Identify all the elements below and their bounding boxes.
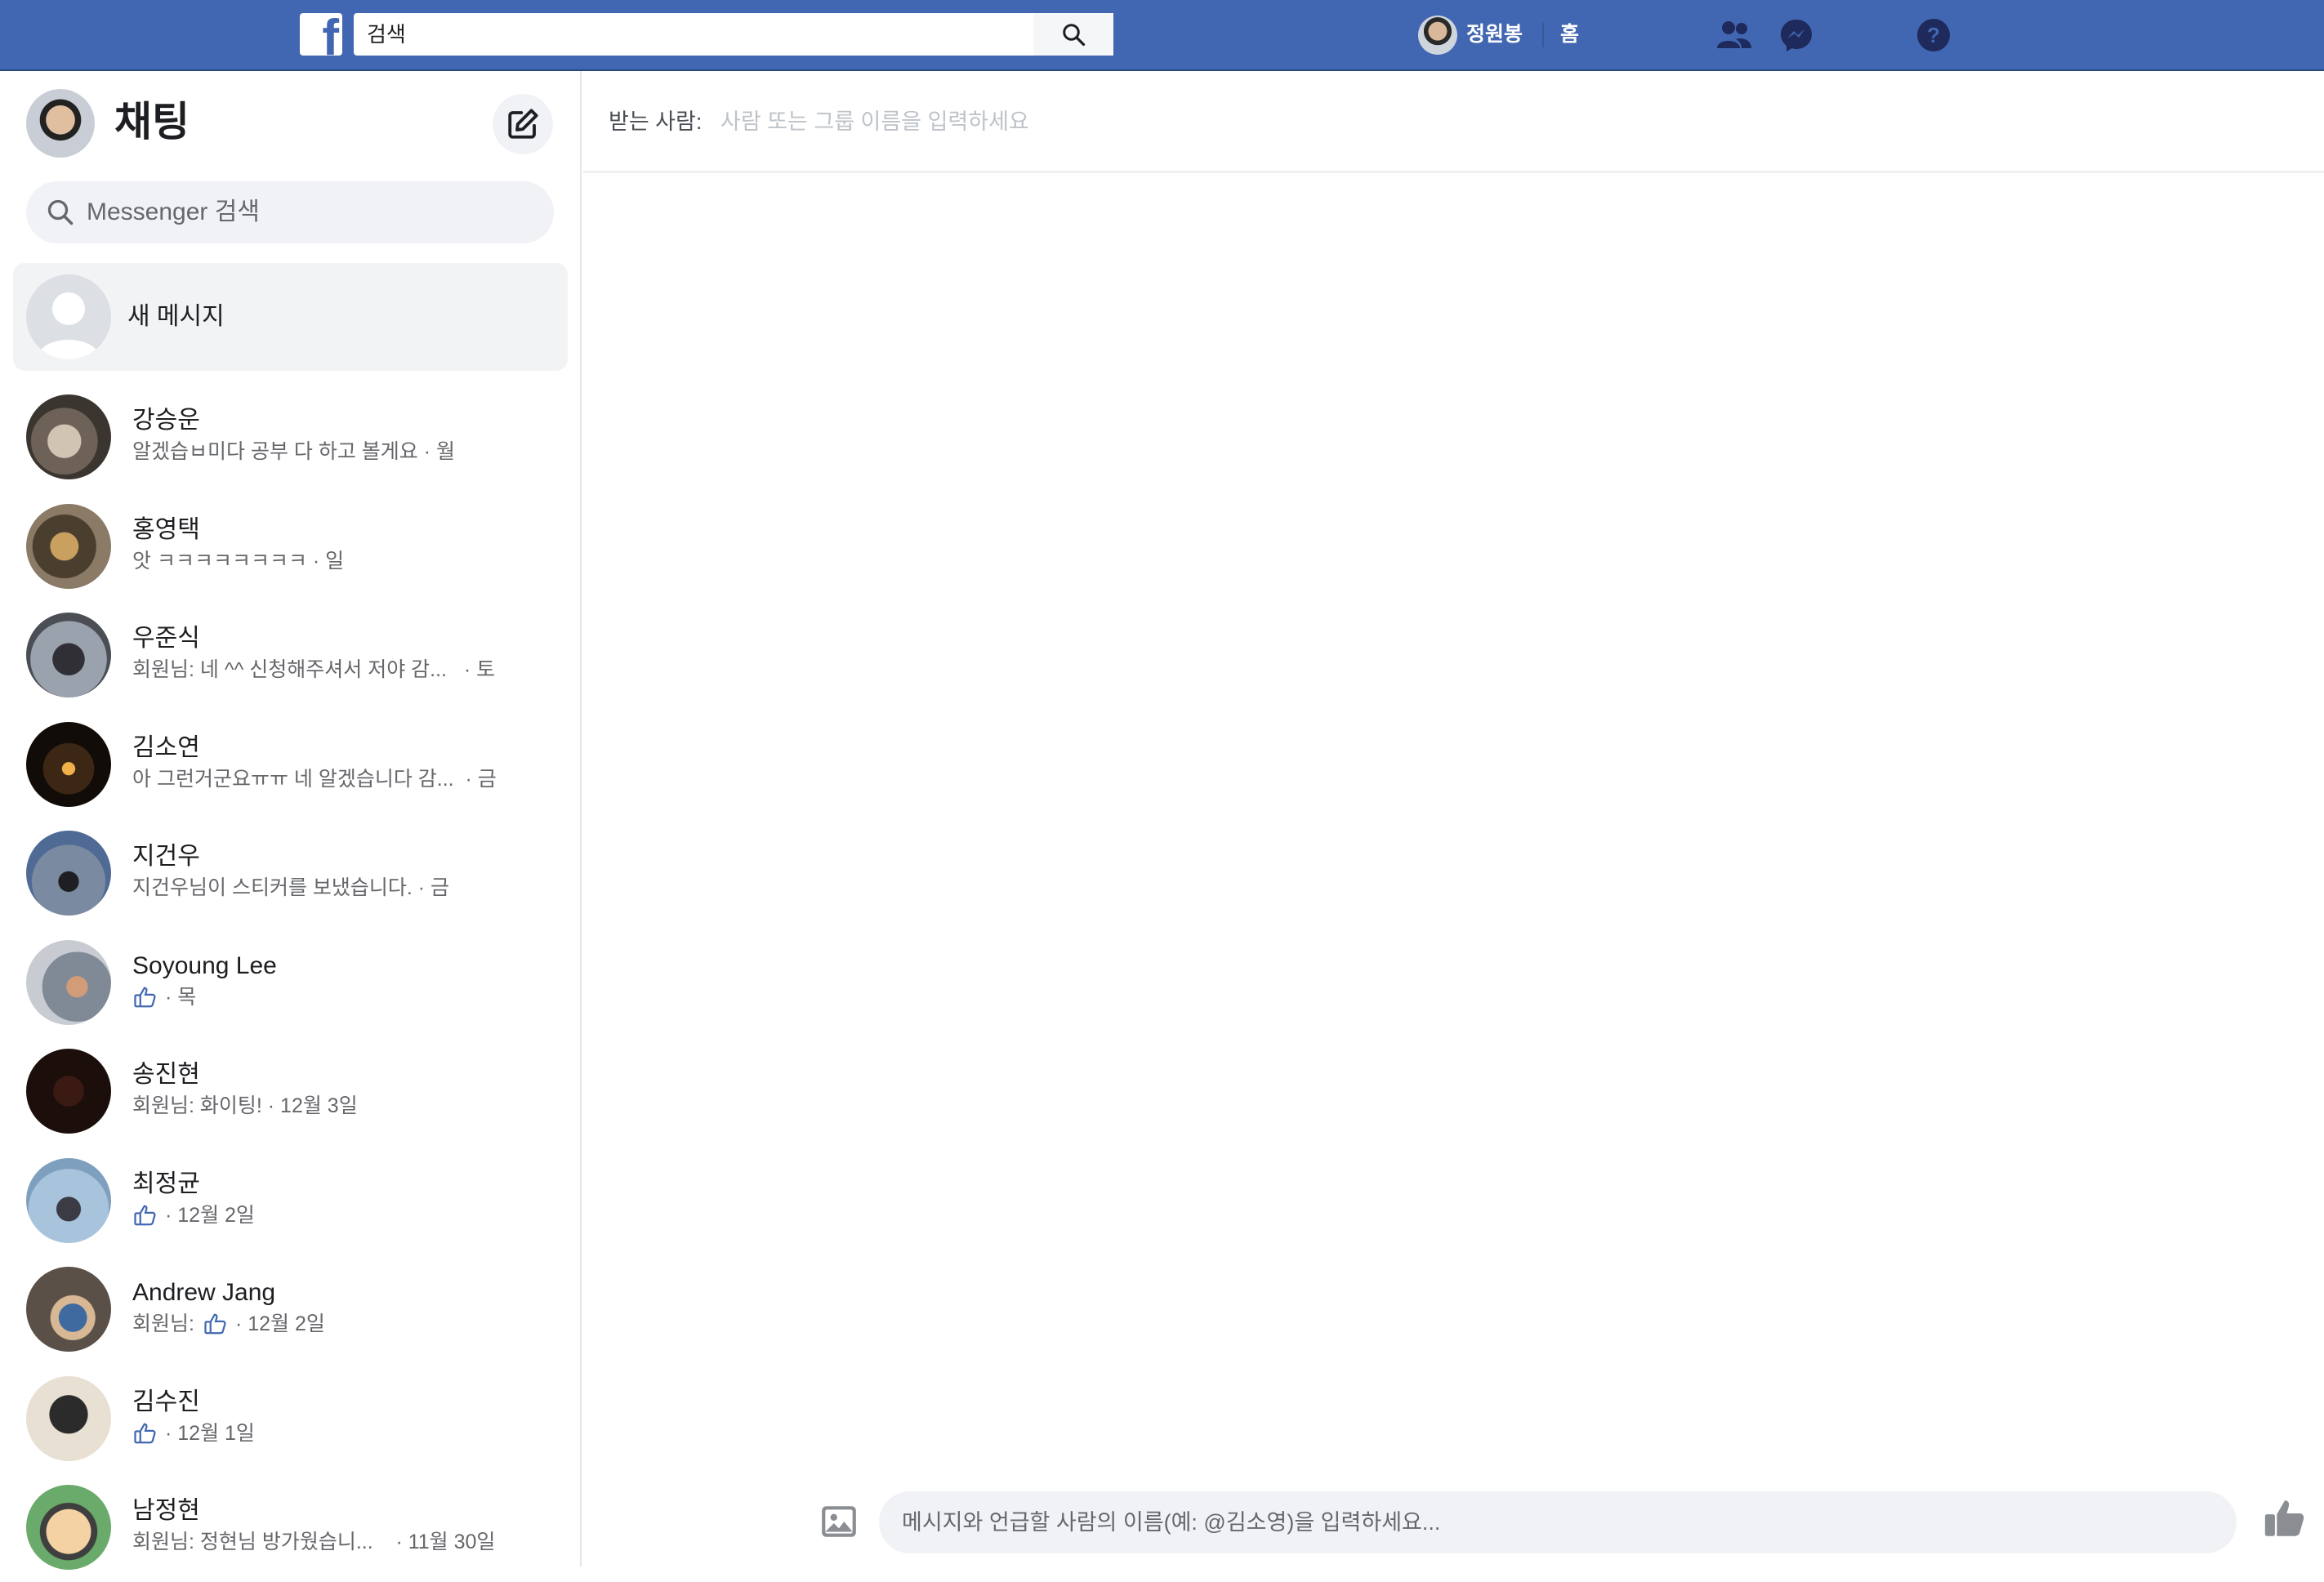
help-icon[interactable]: ?	[1913, 15, 1954, 56]
thumbs-up-icon	[132, 1203, 158, 1228]
snippet-text: · 12월 1일	[165, 1421, 255, 1445]
snippet-prefix: 회원님:	[132, 1312, 194, 1335]
conversation-item[interactable]: 강승운알겠습ㅂ미다 공부 다 하고 볼게요 · 월	[0, 383, 582, 492]
divider	[1542, 23, 1544, 47]
conversation-snippet: 아 그런거군요ㅠㅠ 네 알겠습니다 감... · 금	[132, 764, 497, 794]
default-avatar-icon	[26, 274, 111, 359]
conversation-name: 남정현	[132, 1497, 200, 1524]
snippet-text: · 목	[165, 985, 197, 1009]
snippet-text: 회원님: 네 ^^ 신청해주셔서 저야 감... · 토	[132, 658, 496, 681]
conversation-name: 김수진	[132, 1388, 200, 1415]
conversation-item[interactable]: 남정현회원님: 정현님 방가웠습니... · 11월 30일	[0, 1473, 582, 1582]
conversation-snippet: 회원님: 네 ^^ 신청해주셔서 저야 감... · 토	[132, 655, 495, 684]
avatar	[26, 1375, 111, 1461]
compose-button[interactable]	[493, 94, 553, 154]
snippet-text: · 12월 2일	[234, 1312, 325, 1335]
avatar	[26, 1157, 111, 1243]
avatar	[26, 613, 111, 697]
image-icon[interactable]	[819, 1501, 859, 1542]
conversation-item[interactable]: 홍영택앗 ㅋㅋㅋㅋㅋㅋㅋㅋ · 일	[0, 492, 582, 601]
avatar	[26, 1485, 111, 1570]
snippet-text: 지건우님이 스티커를 보냈습니다. · 금	[132, 876, 450, 899]
search-input[interactable]: 검색	[354, 13, 1113, 56]
snippet-text: 알겠습ㅂ미다 공부 다 하고 볼게요 · 월	[132, 440, 456, 463]
friends-icon[interactable]	[1714, 15, 1755, 56]
new-message-item[interactable]: 새 메시지	[13, 263, 568, 371]
conversation-name: Andrew Jang	[132, 1279, 276, 1306]
svg-text:?: ?	[1927, 23, 1940, 47]
conversation-item[interactable]: 김소연아 그런거군요ㅠㅠ 네 알겠습니다 감... · 금	[0, 711, 582, 819]
messenger-search-input[interactable]: Messenger 검색	[26, 181, 554, 243]
conversation-name: 홍영택	[132, 515, 200, 543]
avatar	[26, 503, 111, 589]
avatar	[26, 1267, 111, 1352]
search-button[interactable]	[1033, 13, 1113, 56]
conversation-item[interactable]: 우준식회원님: 네 ^^ 신청해주셔서 저야 감... · 토	[0, 601, 582, 710]
conversation-snippet: 알겠습ㅂ미다 공부 다 하고 볼게요 · 월	[132, 437, 455, 466]
recipient-label: 받는 사람:	[609, 109, 703, 134]
conversation-name: 지건우	[132, 843, 200, 870]
search-icon	[47, 199, 74, 225]
conversation-item[interactable]: 최정균 · 12월 2일	[0, 1147, 582, 1255]
recipient-bar: 받는 사람: 사람 또는 그룹 이름을 입력하세요	[583, 71, 2324, 173]
search-icon	[1063, 24, 1086, 47]
chat-sidebar: 채팅 Messenger 검색 새 메시지 강승운알겠습ㅂ미다 공부 다 하고 …	[0, 71, 582, 1570]
new-message-label: 새 메시지	[127, 303, 225, 330]
avatar	[26, 394, 111, 479]
avatar	[26, 721, 111, 807]
conversation-name: 최정균	[132, 1170, 200, 1197]
conversation-name: 송진현	[132, 1061, 200, 1088]
avatar[interactable]	[26, 89, 95, 158]
conversation-item[interactable]: 김수진 · 12월 1일	[0, 1365, 582, 1473]
conversation-item[interactable]: Andrew Jang 회원님: · 12월 2일	[0, 1255, 582, 1364]
user-name-link[interactable]: 정원봉	[1466, 20, 1523, 49]
top-navigation-bar: f 검색 정원봉 홈 ?	[0, 0, 2324, 71]
compose-icon	[508, 109, 538, 139]
conversation-snippet: · 목	[132, 983, 196, 1012]
thumbs-up-icon	[132, 985, 158, 1009]
conversation-snippet: 지건우님이 스티커를 보냈습니다. · 금	[132, 873, 449, 902]
snippet-text: 앗 ㅋㅋㅋㅋㅋㅋㅋㅋ · 일	[132, 549, 345, 573]
avatar	[26, 831, 111, 916]
conversation-item[interactable]: 송진현회원님: 화이팅! · 12월 3일	[0, 1037, 582, 1146]
conversation-snippet: 회원님: 화이팅! · 12월 3일	[132, 1091, 358, 1121]
snippet-text: 회원님: 정현님 방가웠습니... · 11월 30일	[132, 1531, 496, 1553]
snippet-text: 아 그런거군요ㅠㅠ 네 알겠습니다 감... · 금	[132, 767, 497, 791]
avatar	[26, 1049, 111, 1134]
thumbs-up-icon	[132, 1421, 158, 1446]
conversation-item[interactable]: Soyoung Lee · 목	[0, 929, 582, 1037]
snippet-text: 회원님: 화이팅! · 12월 3일	[132, 1094, 358, 1117]
conversation-name: 우준식	[132, 625, 200, 652]
snippet-text: · 12월 2일	[165, 1203, 255, 1227]
thumbs-up-icon[interactable]	[2261, 1495, 2308, 1542]
conversation-snippet: · 12월 1일	[132, 1419, 255, 1448]
home-link[interactable]: 홈	[1560, 20, 1579, 49]
user-avatar[interactable]	[1418, 16, 1457, 55]
recipient-input[interactable]: 사람 또는 그룹 이름을 입력하세요	[720, 105, 1029, 138]
message-input[interactable]: 메시지와 언급할 사람의 이름(예: @김소영)을 입력하세요...	[879, 1491, 2237, 1553]
search-placeholder: Messenger 검색	[87, 198, 260, 225]
thumbs-up-icon	[203, 1312, 229, 1336]
page-title: 채팅	[114, 99, 190, 145]
avatar	[26, 939, 111, 1025]
conversation-item[interactable]: 지건우지건우님이 스티커를 보냈습니다. · 금	[0, 819, 582, 928]
messenger-icon[interactable]	[1776, 15, 1817, 56]
conversation-name: Soyoung Lee	[132, 951, 277, 979]
conversation-name: 김소연	[132, 733, 200, 761]
conversation-snippet: · 12월 2일	[132, 1201, 255, 1230]
conversation-snippet: 회원님: 정현님 방가웠습니... · 11월 30일	[132, 1527, 495, 1557]
conversation-snippet: 앗 ㅋㅋㅋㅋㅋㅋㅋㅋ · 일	[132, 546, 344, 576]
facebook-f-icon[interactable]: f	[300, 13, 342, 56]
conversation-name: 강승운	[132, 407, 200, 434]
conversation-snippet: 회원님: · 12월 2일	[132, 1309, 325, 1339]
